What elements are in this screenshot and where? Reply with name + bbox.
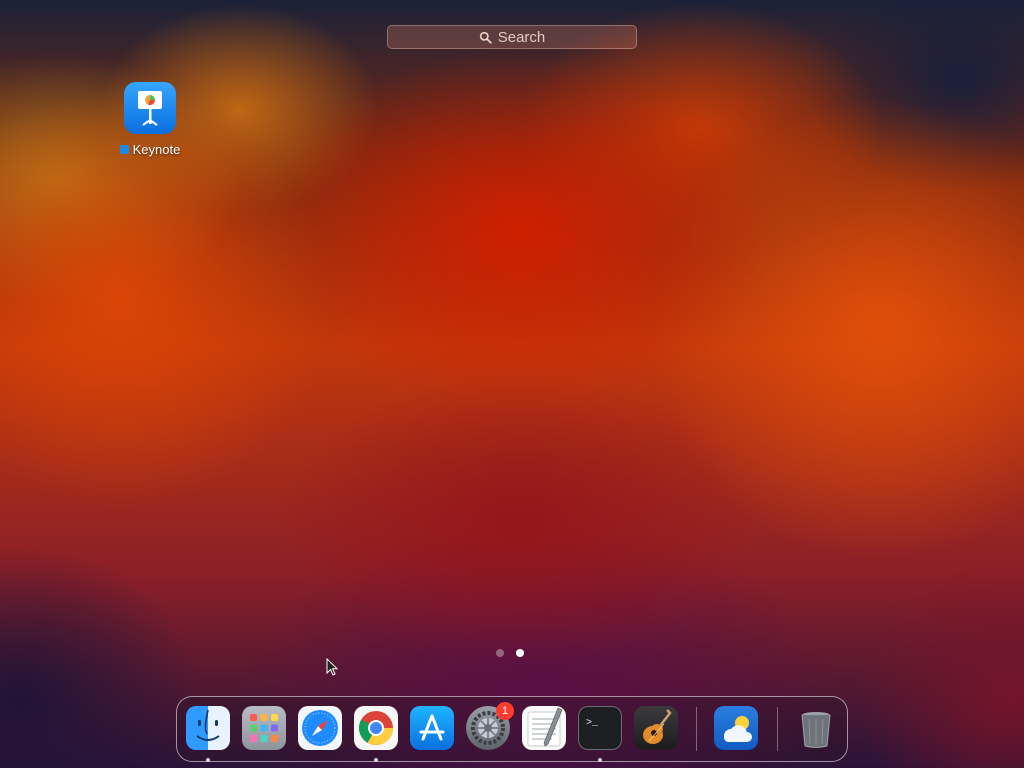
terminal-icon[interactable]: >_ bbox=[578, 706, 622, 750]
system-settings-icon[interactable]: 1 bbox=[466, 702, 514, 750]
search-placeholder: Search bbox=[497, 28, 546, 46]
mouse-pointer-icon bbox=[326, 658, 338, 676]
svg-text:>_: >_ bbox=[586, 718, 599, 729]
garageband-icon[interactable] bbox=[634, 706, 678, 750]
running-indicator bbox=[598, 758, 602, 762]
app-store-icon[interactable] bbox=[410, 706, 454, 750]
keynote-icon bbox=[124, 82, 176, 134]
color-tag bbox=[119, 145, 129, 154]
launchpad-icon[interactable] bbox=[242, 706, 286, 750]
running-indicator bbox=[206, 758, 210, 762]
page-dot-1[interactable] bbox=[496, 649, 504, 657]
page-indicator bbox=[496, 649, 524, 657]
safari-icon[interactable] bbox=[298, 706, 342, 750]
dock-divider bbox=[777, 707, 778, 751]
finder-icon[interactable] bbox=[186, 706, 230, 750]
page-dot-2-current[interactable] bbox=[516, 649, 524, 657]
dock: 1 >_ bbox=[176, 696, 848, 762]
desktop-item-keynote[interactable]: Keynote bbox=[104, 82, 196, 157]
running-indicator bbox=[374, 758, 378, 762]
dock-divider bbox=[696, 707, 697, 751]
textedit-icon[interactable] bbox=[522, 706, 566, 750]
notification-badge: 1 bbox=[496, 702, 514, 720]
trash-icon[interactable] bbox=[794, 706, 838, 750]
search-icon bbox=[479, 31, 492, 44]
chrome-icon[interactable] bbox=[354, 706, 398, 750]
spotlight-search-field[interactable]: Search bbox=[387, 25, 637, 49]
desktop-item-label: Keynote bbox=[132, 142, 181, 157]
weather-icon[interactable] bbox=[714, 706, 758, 750]
